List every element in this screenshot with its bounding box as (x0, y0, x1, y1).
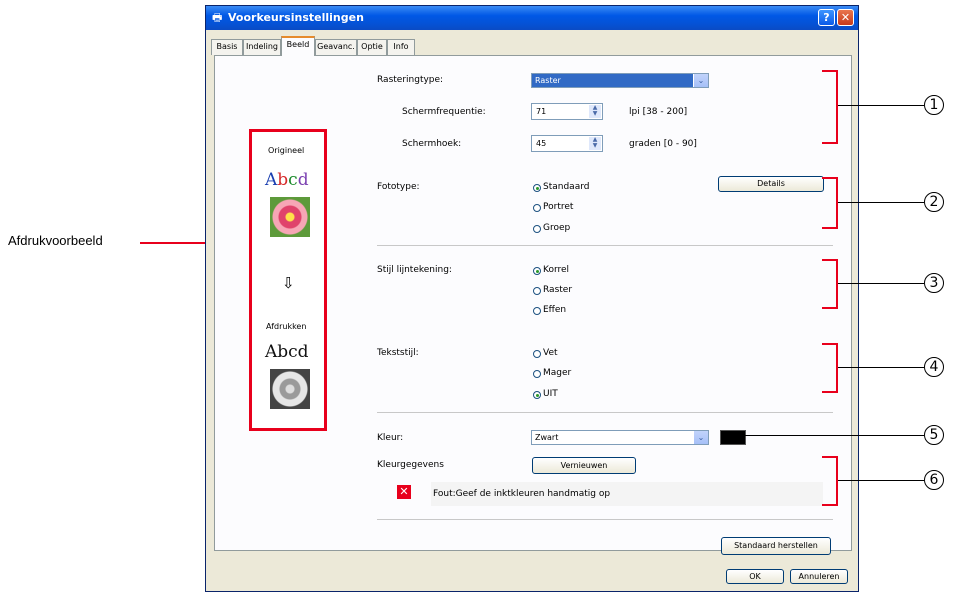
text-vet-label[interactable]: Vet (543, 348, 558, 358)
text-vet-radio[interactable] (533, 350, 541, 358)
callout-line-2 (838, 202, 924, 203)
print-preview-box: Origineel Abcd ⇩ Afdrukken Abcd (249, 129, 327, 431)
preview-annotation-label: Afdrukvoorbeeld (8, 233, 103, 248)
line-korrel-label[interactable]: Korrel (543, 265, 569, 275)
print-sample-text: Abcd (265, 342, 309, 362)
line-effen-label[interactable]: Effen (543, 305, 566, 315)
error-icon: ✕ (397, 485, 411, 499)
callout-number-6: 6 (924, 470, 944, 490)
color-label: Kleur: (377, 433, 404, 443)
help-button[interactable]: ? (818, 9, 835, 26)
print-label: Afdrukken (266, 322, 307, 331)
tab-basis[interactable]: Basis (211, 39, 243, 55)
close-button[interactable]: ✕ (837, 9, 854, 26)
tab-indeling[interactable]: Indeling (243, 39, 281, 55)
line-raster-radio[interactable] (533, 287, 541, 295)
callout-line-3 (838, 283, 924, 284)
angle-value: 45 (536, 139, 547, 148)
tab-geavanc[interactable]: Geavanc. (315, 39, 357, 55)
color-value: Zwart (535, 433, 559, 442)
callout-bracket-1 (822, 70, 838, 144)
separator (377, 412, 833, 413)
cancel-button[interactable]: Annuleren (790, 569, 848, 584)
photo-standaard-label[interactable]: Standaard (543, 182, 589, 192)
line-effen-radio[interactable] (533, 307, 541, 315)
screening-type-value: Raster (535, 76, 561, 85)
callout-number-2: 2 (924, 192, 944, 212)
frequency-unit: lpi [38 - 200] (629, 107, 688, 117)
callout-bracket-6 (822, 456, 838, 506)
text-mager-radio[interactable] (533, 370, 541, 378)
color-data-label: Kleurgegevens (377, 460, 444, 470)
ok-button[interactable]: OK (726, 569, 784, 584)
chevron-down-icon[interactable]: ⌄ (693, 74, 708, 87)
text-style-label: Tekststijl: (377, 348, 419, 358)
callout-number-4: 4 (924, 357, 944, 377)
color-swatch (720, 430, 746, 445)
reset-defaults-button[interactable]: Standaard herstellen (721, 537, 831, 555)
callout-bracket-3 (822, 259, 838, 309)
text-uit-radio[interactable] (533, 391, 541, 399)
preferences-window: 🖶 Voorkeursinstellingen ? ✕ Basis Indeli… (205, 5, 859, 592)
angle-label: Schermhoek: (402, 139, 462, 149)
title-bar[interactable]: 🖶 Voorkeursinstellingen ? ✕ (206, 6, 858, 30)
details-button[interactable]: Details (718, 176, 824, 192)
screening-type-select[interactable]: Raster ⌄ (531, 73, 709, 88)
angle-unit: graden [0 - 90] (629, 139, 697, 149)
callout-line-6 (838, 480, 924, 481)
tab-optie[interactable]: Optie (357, 39, 387, 55)
line-korrel-radio[interactable] (533, 267, 541, 275)
tab-beeld[interactable]: Beeld (281, 36, 315, 56)
line-raster-label[interactable]: Raster (543, 285, 572, 295)
separator (377, 245, 833, 246)
photo-portret-label[interactable]: Portret (543, 202, 573, 212)
callout-line-4 (838, 367, 924, 368)
original-sample-text: Abcd (265, 170, 309, 190)
refresh-button[interactable]: Vernieuwen (532, 457, 636, 474)
photo-groep-radio[interactable] (533, 225, 541, 233)
down-arrow-icon: ⇩ (282, 274, 295, 292)
original-flower-image (270, 197, 310, 237)
photo-groep-label[interactable]: Groep (543, 223, 570, 233)
callout-number-3: 3 (924, 273, 944, 293)
callout-bracket-2 (822, 177, 838, 229)
printer-icon: 🖶 (212, 11, 223, 24)
callout-number-1: 1 (924, 95, 944, 115)
screening-type-label: Rasteringtype: (377, 75, 444, 85)
frequency-value: 71 (536, 107, 547, 116)
callout-number-5: 5 (924, 425, 944, 445)
photo-standaard-radio[interactable] (533, 184, 541, 192)
frequency-spinner[interactable]: 71 ▲ ▼ (531, 103, 603, 120)
photo-portret-radio[interactable] (533, 204, 541, 212)
callout-line-5 (740, 435, 924, 436)
color-select[interactable]: Zwart ⌄ (531, 430, 709, 445)
print-flower-image (270, 369, 310, 409)
callout-bracket-4 (822, 343, 838, 393)
original-label: Origineel (268, 146, 305, 155)
callout-line-1 (838, 105, 924, 106)
window-title: Voorkeursinstellingen (228, 11, 364, 24)
separator (377, 519, 833, 520)
tab-panel: Origineel Abcd ⇩ Afdrukken Abcd Rasterin… (214, 55, 852, 555)
text-mager-label[interactable]: Mager (543, 368, 571, 378)
tab-info[interactable]: Info (387, 39, 415, 55)
chevron-down-icon[interactable]: ⌄ (693, 431, 708, 444)
frequency-label: Schermfrequentie: (402, 107, 486, 117)
spinner-arrows-icon[interactable]: ▲ ▼ (589, 137, 601, 150)
angle-spinner[interactable]: 45 ▲ ▼ (531, 135, 603, 152)
photo-type-label: Fototype: (377, 182, 420, 192)
error-message: Fout:Geef de inktkleuren handmatig op (433, 489, 611, 499)
spinner-arrows-icon[interactable]: ▲ ▼ (589, 105, 601, 118)
text-uit-label[interactable]: UIT (543, 389, 558, 399)
line-style-label: Stijl lijntekening: (377, 265, 452, 275)
